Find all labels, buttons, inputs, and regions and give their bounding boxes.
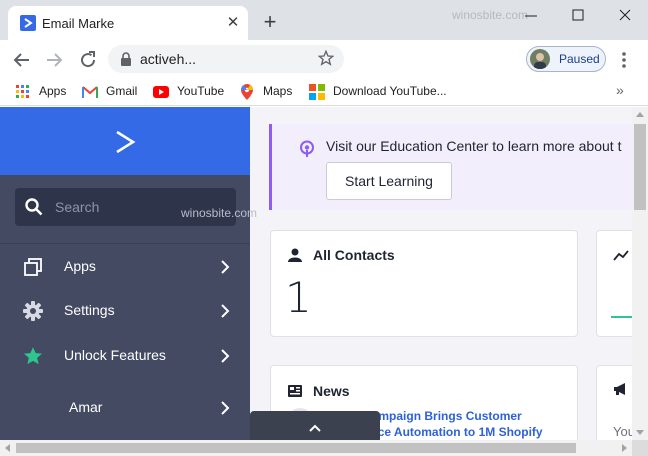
lock-icon[interactable] bbox=[120, 52, 132, 71]
divider bbox=[0, 243, 250, 244]
sidebar-item-user[interactable]: Amar bbox=[0, 388, 250, 428]
chevron-right-icon bbox=[221, 304, 230, 318]
bookmark-apps[interactable]: Apps bbox=[16, 83, 76, 101]
bookmark-label: Download YouTube... bbox=[333, 84, 447, 98]
url-text[interactable]: activeh... bbox=[140, 51, 196, 67]
sidebar-item-label: Apps bbox=[64, 258, 96, 274]
maximize-button[interactable] bbox=[555, 4, 601, 28]
scrollbar-corner bbox=[632, 440, 648, 456]
bookmark-maps[interactable]: Maps bbox=[240, 83, 300, 101]
scroll-right-arrow-icon[interactable] bbox=[622, 444, 628, 452]
profile-button[interactable]: Paused bbox=[526, 46, 606, 72]
tab-title: Email Marke bbox=[42, 16, 115, 31]
scroll-up-arrow-icon[interactable] bbox=[636, 111, 644, 117]
card-title: All Contacts bbox=[313, 247, 395, 263]
announcements-card: You bbox=[596, 365, 632, 440]
podcast-icon bbox=[299, 140, 315, 163]
main-content: Visit our Education Center to learn more… bbox=[250, 107, 632, 440]
minimize-button[interactable] bbox=[508, 4, 554, 28]
apps-grid-icon bbox=[16, 85, 29, 98]
forward-arrow-icon[interactable] bbox=[42, 48, 66, 72]
sidebar-item-settings[interactable]: Settings bbox=[0, 291, 250, 331]
vertical-scrollbar[interactable] bbox=[632, 107, 648, 440]
browser-tab[interactable]: Email Marke ✕ bbox=[8, 6, 248, 40]
card-title: News bbox=[313, 383, 350, 399]
chevron-right-icon bbox=[221, 349, 230, 363]
sidebar-item-apps[interactable]: Apps bbox=[0, 247, 250, 287]
chevron-right-icon bbox=[221, 401, 230, 415]
trend-line-icon bbox=[613, 249, 629, 267]
windows-logo-icon bbox=[309, 84, 325, 100]
kebab-menu-icon[interactable] bbox=[616, 49, 632, 71]
education-banner: Visit our Education Center to learn more… bbox=[269, 124, 632, 210]
scroll-left-arrow-icon[interactable] bbox=[4, 444, 10, 452]
avatar bbox=[530, 49, 550, 69]
sidebar-item-label: Unlock Features bbox=[64, 347, 166, 363]
bookmark-star-icon[interactable] bbox=[317, 49, 335, 71]
new-tab-button[interactable]: + bbox=[258, 10, 282, 34]
youtube-icon bbox=[153, 86, 169, 98]
bookmark-label: Gmail bbox=[106, 84, 138, 98]
chevron-up-icon bbox=[308, 420, 322, 438]
tab-close-icon[interactable]: ✕ bbox=[224, 14, 242, 32]
all-contacts-card[interactable]: All Contacts 1 bbox=[270, 230, 578, 337]
sidebar-item-unlock-features[interactable]: Unlock Features bbox=[0, 336, 250, 376]
close-window-button[interactable] bbox=[602, 4, 648, 28]
horizontal-scroll-thumb[interactable] bbox=[16, 443, 576, 453]
sidebar-item-label: Settings bbox=[64, 302, 115, 318]
contacts-count: 1 bbox=[285, 273, 312, 322]
reload-icon[interactable] bbox=[76, 48, 100, 72]
bookmark-download-youtube[interactable]: Download YouTube... bbox=[309, 83, 449, 101]
activecampaign-favicon-icon bbox=[20, 15, 36, 31]
bookmark-label: YouTube bbox=[177, 84, 225, 98]
address-bar[interactable]: activeh... bbox=[108, 45, 344, 73]
announcement-text: You bbox=[613, 424, 632, 439]
bookmarks-bar: Apps Gmail YouTube Maps Download YouTube… bbox=[0, 78, 648, 106]
scroll-down-arrow-icon[interactable] bbox=[636, 430, 644, 436]
chevron-right-icon bbox=[221, 260, 230, 274]
bookmark-label: Maps bbox=[263, 84, 293, 98]
sidebar-header bbox=[0, 107, 250, 175]
trend-card[interactable] bbox=[596, 230, 632, 337]
vertical-scroll-thumb[interactable] bbox=[634, 124, 646, 210]
bookmark-gmail[interactable]: Gmail bbox=[82, 83, 142, 101]
search-icon bbox=[25, 198, 43, 221]
gmail-icon bbox=[82, 86, 98, 98]
gear-icon bbox=[23, 301, 43, 321]
star-icon bbox=[24, 347, 42, 365]
expand-panel-button[interactable] bbox=[250, 411, 380, 440]
newspaper-icon bbox=[288, 384, 302, 402]
megaphone-icon bbox=[613, 382, 629, 401]
banner-text: Visit our Education Center to learn more… bbox=[326, 138, 622, 154]
sidebar-item-label: Amar bbox=[69, 399, 103, 415]
bookmark-youtube[interactable]: YouTube bbox=[153, 83, 227, 101]
more-bookmarks-chevron-icon[interactable]: » bbox=[616, 82, 624, 98]
trend-sparkline bbox=[611, 316, 632, 318]
sidebar: winosbite.com Apps Settings Unlock Featu… bbox=[0, 107, 257, 440]
watermark-text: winosbite.com bbox=[181, 206, 258, 220]
browser-toolbar: activeh... Paused bbox=[0, 40, 648, 78]
back-arrow-icon[interactable] bbox=[10, 48, 34, 72]
profile-status-label: Paused bbox=[559, 52, 600, 66]
maps-pin-icon bbox=[241, 84, 253, 100]
tab-strip: Email Marke ✕ + winosbite.com bbox=[0, 0, 648, 40]
page-content: winosbite.com Apps Settings Unlock Featu… bbox=[0, 107, 632, 440]
start-learning-button[interactable]: Start Learning bbox=[326, 162, 452, 200]
person-icon bbox=[288, 248, 302, 267]
activecampaign-logo-icon[interactable] bbox=[113, 129, 137, 160]
horizontal-scrollbar[interactable] bbox=[0, 440, 632, 456]
bookmark-label: Apps bbox=[39, 84, 67, 98]
apps-icon bbox=[24, 258, 42, 276]
